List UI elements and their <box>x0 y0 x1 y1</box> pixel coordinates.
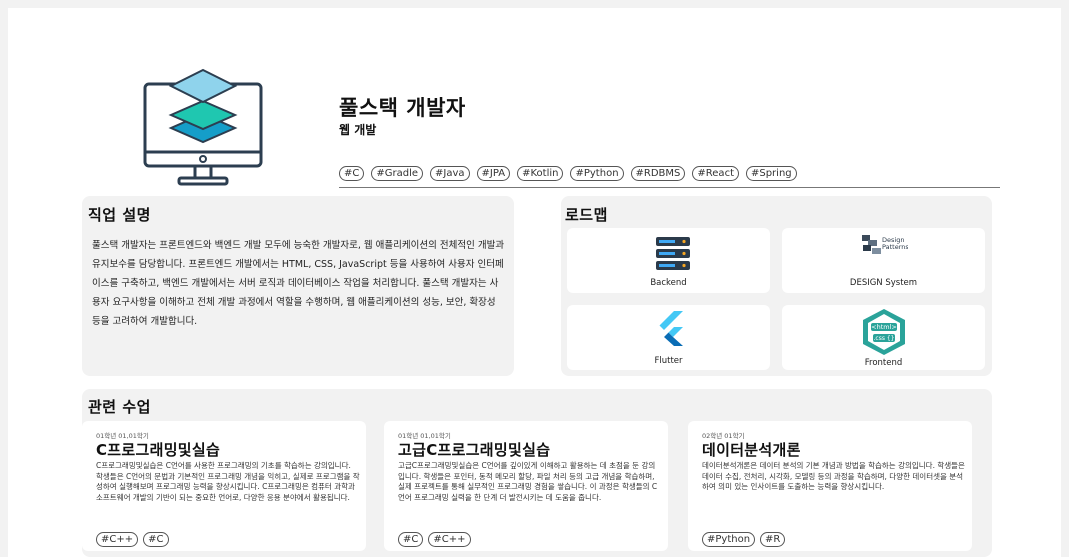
monitor-layers-icon <box>143 66 265 188</box>
job-title: 풀스택 개발자 <box>339 96 466 120</box>
course-title: C프로그래밍및실습 <box>96 441 221 459</box>
related-courses-panel: 관련 수업 01학년 01,01학기 C프로그래밍및실습 C프로그래밍및실습은 … <box>82 389 992 557</box>
html-css-hex-icon: <html> .css {} <box>863 309 905 355</box>
roadmap-label-backend: Backend <box>650 278 687 288</box>
related-courses-title: 관련 수업 <box>88 398 151 416</box>
hero-tag-list: #C #Gradle #Java #JPA #Kotlin #Python #R… <box>339 166 797 181</box>
roadmap-title: 로드맵 <box>565 206 608 224</box>
job-description-text: 풀스택 개발자는 프론트엔드와 백엔드 개발 모두에 능숙한 개발자로, 웹 애… <box>92 240 505 327</box>
course-tag[interactable]: #C++ <box>428 532 471 547</box>
tag-jpa[interactable]: #JPA <box>476 166 511 181</box>
course-tag[interactable]: #C <box>398 532 424 547</box>
tag-c[interactable]: #C <box>339 166 365 181</box>
course-card[interactable]: 01학년 01,01학기 C프로그래밍및실습 C프로그래밍및실습은 C언어를 사… <box>82 421 366 551</box>
course-tag-list: #Python #R <box>702 532 786 547</box>
tag-java[interactable]: #Java <box>430 166 470 181</box>
roadmap-card-frontend[interactable]: <html> .css {} Frontend <box>782 305 985 370</box>
roadmap-label-design-system: DESIGN System <box>849 278 918 288</box>
course-tag[interactable]: #Python <box>702 532 756 547</box>
tag-python[interactable]: #Python <box>570 166 624 181</box>
course-tag[interactable]: #R <box>760 532 786 547</box>
job-description-title: 직업 설명 <box>88 206 151 224</box>
frontend-logo-html: <html> <box>871 323 897 331</box>
tag-rdbms[interactable]: #RDBMS <box>630 166 686 181</box>
tag-gradle[interactable]: #Gradle <box>371 166 424 181</box>
course-tag[interactable]: #C <box>143 532 169 547</box>
roadmap-label-flutter: Flutter <box>654 356 683 366</box>
course-title: 데이터분석개론 <box>702 441 801 459</box>
frontend-logo-css: .css {} <box>874 335 895 342</box>
tag-spring[interactable]: #Spring <box>745 166 797 181</box>
roadmap-label-frontend: Frontend <box>864 358 903 368</box>
tag-react[interactable]: #React <box>692 166 739 181</box>
tag-kotlin[interactable]: #Kotlin <box>517 166 564 181</box>
course-tag-list: #C #C++ <box>398 532 471 547</box>
course-title: 고급C프로그래밍및실습 <box>398 441 551 459</box>
design-logo-line2: Patterns <box>882 243 908 251</box>
course-description: 고급C프로그래밍및실습은 C언어를 깊이있게 이해하고 활용하는 데 초점을 둔… <box>398 461 658 502</box>
course-description: 데이터분석개론은 데이터 분석의 기본 개념과 방법을 학습하는 강의입니다. … <box>702 461 965 491</box>
job-category: 웹 개발 <box>339 123 377 137</box>
roadmap-card-design-system[interactable]: Design Patterns DESIGN System <box>782 228 985 293</box>
design-patterns-icon: Design Patterns <box>862 235 908 254</box>
server-stack-icon <box>656 237 690 270</box>
roadmap-panel: 로드맵 Backend Design Patterns DESIGN Syste… <box>561 196 992 376</box>
roadmap-card-flutter[interactable]: Flutter <box>567 305 770 370</box>
course-card[interactable]: 02학년 01학기 데이터분석개론 데이터분석개론은 데이터 분석의 기본 개념… <box>688 421 972 551</box>
course-tag-list: #C++ #C <box>96 532 169 547</box>
job-description-panel: 직업 설명 풀스택 개발자는 프론트엔드와 백엔드 개발 모두에 능숙한 개발자… <box>82 196 514 376</box>
hero-divider <box>339 187 1000 188</box>
roadmap-card-backend[interactable]: Backend <box>567 228 770 293</box>
course-description: C프로그래밍및실습은 C언어를 사용한 프로그래밍의 기초를 학습하는 강의입니… <box>96 461 360 502</box>
course-card[interactable]: 01학년 01,01학기 고급C프로그래밍및실습 고급C프로그래밍및실습은 C언… <box>384 421 668 551</box>
course-tag[interactable]: #C++ <box>96 532 139 547</box>
flutter-logo-icon <box>659 311 683 346</box>
